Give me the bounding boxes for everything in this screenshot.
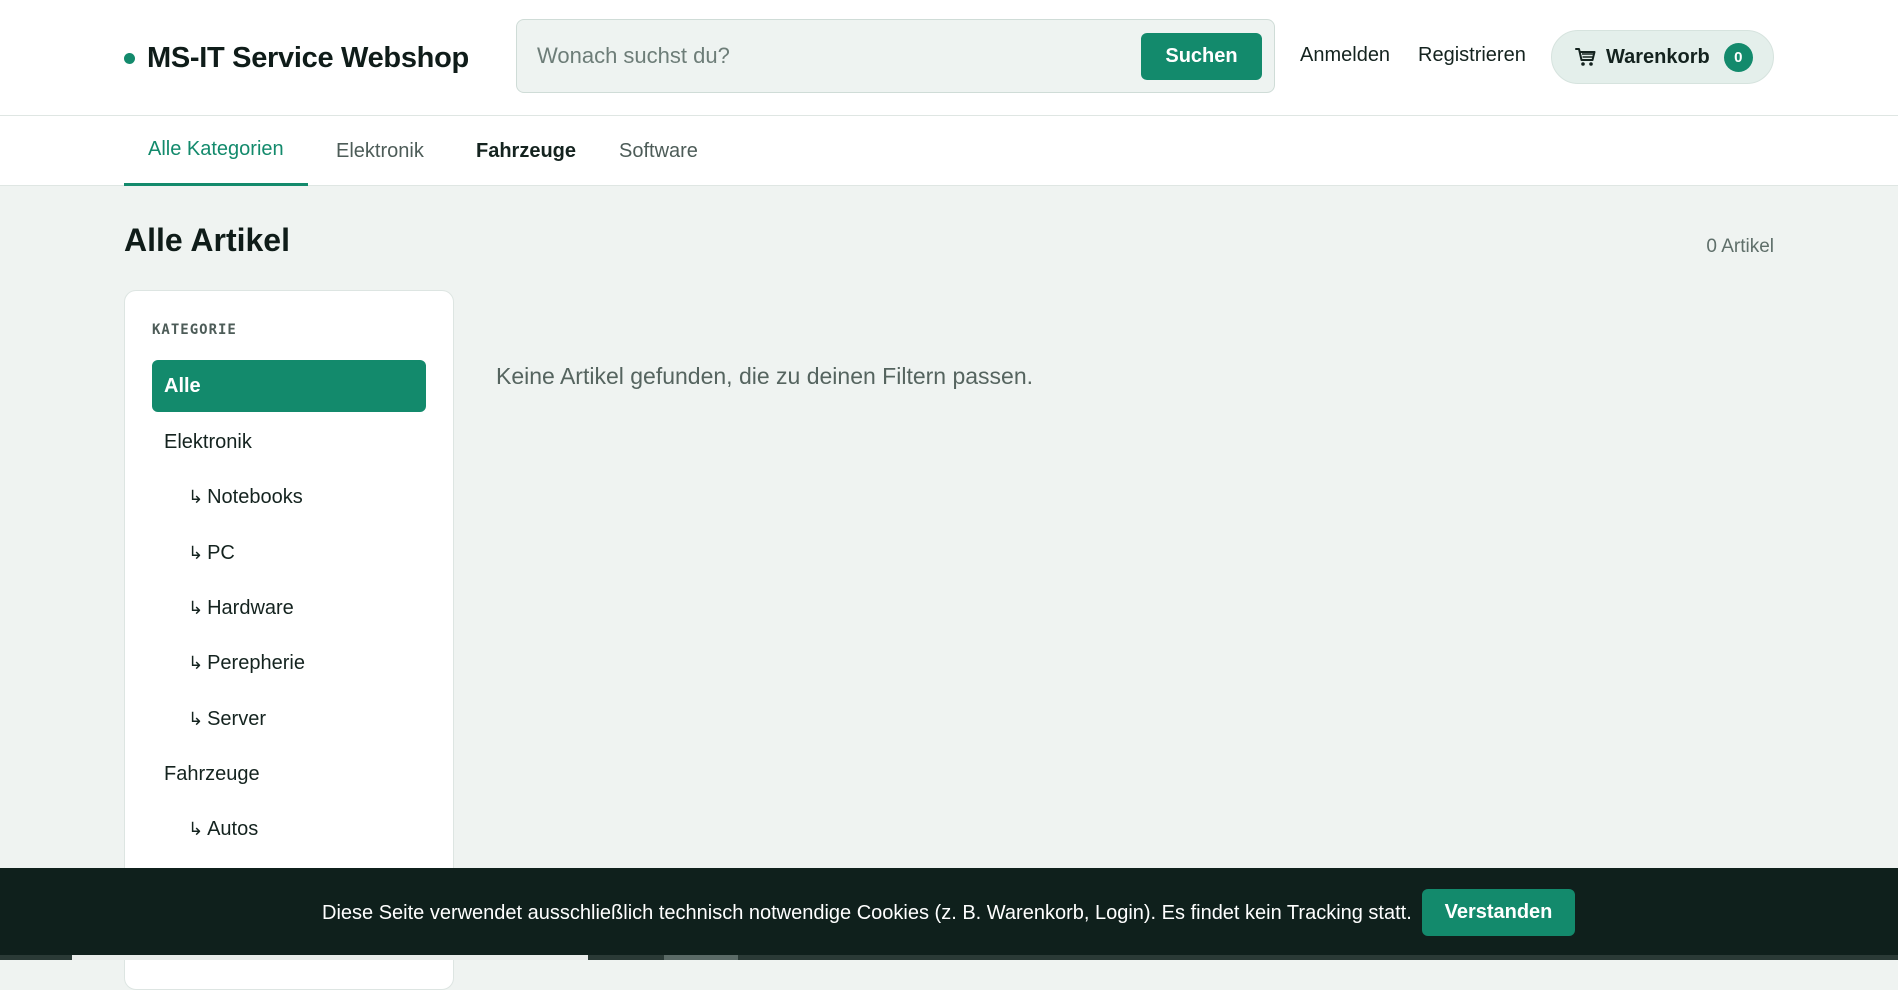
sub-arrow-icon: ↳ [188,542,204,563]
sub-arrow-icon: ↳ [188,597,204,618]
sidebar-item-autos[interactable]: ↳ Autos [152,803,426,855]
sidebar-item-label: Hardware [207,596,294,619]
sidebar-item-label: Notebooks [207,485,303,508]
sidebar-item-fahrzeuge[interactable]: Fahrzeuge [152,748,426,800]
tab-fahrzeuge[interactable]: Fahrzeuge [452,116,600,186]
empty-results-message: Keine Artikel gefunden, die zu deinen Fi… [496,363,1034,389]
sidebar-item-label: PC [207,541,235,564]
sidebar-item-hardware[interactable]: ↳ Hardware [152,582,426,634]
category-nav: Alle Kategorien Elektronik Fahrzeuge Sof… [0,116,1898,186]
search-input[interactable] [537,34,1127,78]
cart-icon [1575,48,1596,66]
sidebar-item-label: Alle [164,374,201,397]
tab-alle-kategorien[interactable]: Alle Kategorien [124,116,308,186]
sidebar-item-perepherie[interactable]: ↳ Perepherie [152,637,426,689]
brand-name: MS-IT Service Webshop [147,41,469,74]
sidebar-item-server[interactable]: ↳ Server [152,693,426,745]
scrollbar-thumb[interactable] [72,955,588,960]
sub-arrow-icon: ↳ [188,652,204,673]
sub-arrow-icon: ↳ [188,708,204,729]
login-link[interactable]: Anmelden [1300,44,1390,67]
scrollbar-segment [664,955,738,960]
cart-button[interactable]: Warenkorb 0 [1551,30,1774,84]
tab-software[interactable]: Software [595,116,722,186]
cookie-banner: Diese Seite verwendet ausschließlich tec… [0,868,1898,960]
sidebar-heading: KATEGORIE [152,322,237,338]
sidebar-item-label: Elektronik [164,430,252,453]
horizontal-scrollbar[interactable] [0,955,1898,960]
sub-arrow-icon: ↳ [188,486,204,507]
sidebar-item-notebooks[interactable]: ↳ Notebooks [152,471,426,523]
brand-logo[interactable]: MS-IT Service Webshop [124,40,469,76]
brand-dot-icon [124,52,135,64]
page-title: Alle Artikel [124,222,290,258]
sidebar-item-alle[interactable]: Alle [152,360,426,412]
cookie-accept-button[interactable]: Verstanden [1422,889,1575,936]
tab-elektronik[interactable]: Elektronik [312,116,448,186]
cart-count-badge: 0 [1723,42,1753,72]
sidebar-item-label: Autos [207,817,259,840]
article-count: 0 Artikel [1706,236,1774,257]
search-button[interactable]: Suchen [1141,33,1262,80]
search-box: Suchen [516,19,1275,93]
sidebar-item-pc[interactable]: ↳ PC [152,527,426,579]
sidebar-item-label: Server [207,707,266,730]
site-header: MS-IT Service Webshop Suchen Anmelden Re… [0,0,1898,116]
sub-arrow-icon: ↳ [188,818,204,839]
register-link[interactable]: Registrieren [1418,44,1526,67]
cookie-text: Diese Seite verwendet ausschließlich tec… [322,902,1412,924]
sidebar-item-elektronik[interactable]: Elektronik [152,416,426,468]
sidebar-item-label: Fahrzeuge [164,762,260,785]
sidebar-item-label: Perepherie [207,651,305,674]
cart-label: Warenkorb [1606,45,1710,68]
